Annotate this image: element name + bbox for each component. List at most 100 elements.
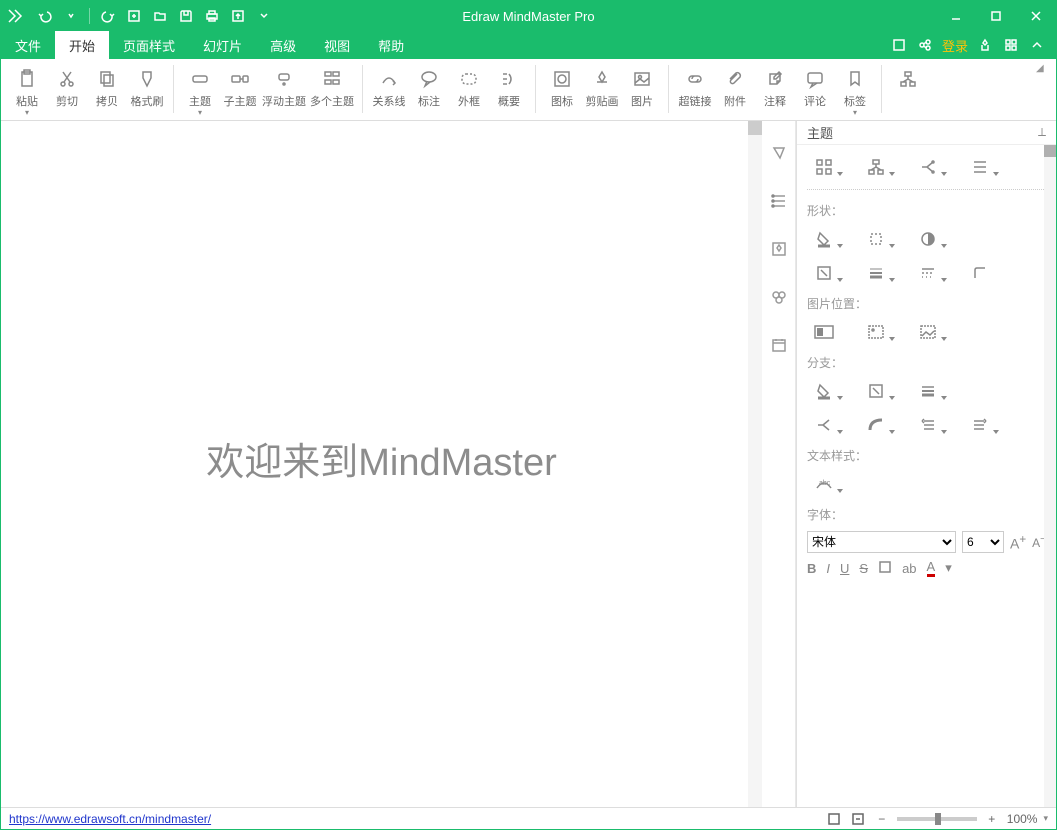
branch-style-icon[interactable] <box>859 379 893 403</box>
note-button[interactable]: 注释 <box>755 63 795 118</box>
side-toolbar <box>762 121 796 807</box>
branch-connector-icon[interactable] <box>807 413 841 437</box>
branch-weight-icon[interactable] <box>911 379 945 403</box>
redo-icon[interactable] <box>96 4 120 28</box>
tag-button[interactable]: 标签▾ <box>835 63 875 118</box>
theme-icon[interactable] <box>976 36 994 54</box>
open-icon[interactable] <box>148 4 172 28</box>
multiple-topic-button[interactable]: 多个主题 <box>308 63 356 118</box>
login-button[interactable]: 登录 <box>942 36 968 55</box>
tab-start[interactable]: 开始 <box>55 31 109 59</box>
branch-arrow-start-icon[interactable] <box>911 413 945 437</box>
save-icon[interactable] <box>174 4 198 28</box>
cut-button[interactable]: 剪切 <box>47 63 87 118</box>
close-button[interactable] <box>1016 1 1056 31</box>
side-outline-icon[interactable] <box>767 189 791 213</box>
maximize-button[interactable] <box>976 1 1016 31</box>
floating-topic-button[interactable]: 浮动主题 <box>260 63 308 118</box>
side-task-icon[interactable] <box>767 333 791 357</box>
share-icon[interactable] <box>916 36 934 54</box>
qat-more-icon[interactable] <box>252 4 276 28</box>
shape-style-icon[interactable] <box>859 227 893 251</box>
hyperlink-button[interactable]: 超链接 <box>675 63 715 118</box>
italic-button[interactable]: I <box>826 561 830 576</box>
layout-branch-icon[interactable] <box>911 155 945 179</box>
tab-view[interactable]: 视图 <box>310 31 364 59</box>
font-size-select[interactable]: 6 <box>962 531 1004 553</box>
section-shape: 形状： <box>807 202 1046 219</box>
highlight-icon[interactable] <box>878 560 892 577</box>
img-pos-center-icon[interactable] <box>859 320 893 344</box>
bold-button[interactable]: B <box>807 561 816 576</box>
underline-button[interactable]: U <box>840 561 849 576</box>
img-pos-left-icon[interactable] <box>807 320 841 344</box>
comment-button[interactable]: 评论 <box>795 63 835 118</box>
subtopic-button[interactable]: 子主题 <box>220 63 260 118</box>
tab-advanced[interactable]: 高级 <box>256 31 310 59</box>
section-branch: 分支： <box>807 354 1046 371</box>
img-pos-right-icon[interactable] <box>911 320 945 344</box>
ribbon-launcher-icon[interactable]: ◢ <box>1036 63 1050 78</box>
border-dash-icon[interactable] <box>911 261 945 285</box>
border-style-icon[interactable] <box>807 261 841 285</box>
strike-button[interactable]: S <box>859 561 868 576</box>
undo-icon[interactable] <box>33 4 57 28</box>
format-painter-button[interactable]: 格式刷 <box>127 63 167 118</box>
side-icons-icon[interactable] <box>767 237 791 261</box>
layout-tree-icon[interactable] <box>859 155 893 179</box>
section-font: 字体： <box>807 506 1046 523</box>
canvas-area[interactable]: 欢迎来到MindMaster <box>1 121 762 807</box>
new-icon[interactable] <box>122 4 146 28</box>
corner-icon[interactable] <box>963 261 997 285</box>
text-arc-icon[interactable]: abc <box>807 472 841 496</box>
text-effect-icon[interactable]: ab <box>902 561 916 576</box>
paste-button[interactable]: 粘贴▾ <box>7 63 47 118</box>
fullscreen-icon[interactable] <box>890 36 908 54</box>
side-clipart-icon[interactable] <box>767 285 791 309</box>
more-font-icon[interactable]: ▾ <box>945 560 952 576</box>
branch-curve-icon[interactable] <box>859 413 893 437</box>
undo-dropdown-icon[interactable] <box>59 4 83 28</box>
clipart-button[interactable]: 剪贴画 <box>582 63 622 118</box>
export-icon[interactable] <box>226 4 250 28</box>
minimize-button[interactable] <box>936 1 976 31</box>
collapse-ribbon-icon[interactable] <box>1028 36 1046 54</box>
image-button[interactable]: 图片 <box>622 63 662 118</box>
zoom-in-icon[interactable]: + <box>983 810 1001 828</box>
fit-page-icon[interactable] <box>825 810 843 828</box>
zoom-out-icon[interactable]: − <box>873 810 891 828</box>
panel-vscrollbar[interactable] <box>1044 145 1056 807</box>
tab-pagestyle[interactable]: 页面样式 <box>109 31 189 59</box>
attachment-button[interactable]: 附件 <box>715 63 755 118</box>
summary-button[interactable]: 概要 <box>489 63 529 118</box>
fill-color-icon[interactable] <box>807 227 841 251</box>
relation-button[interactable]: 关系线 <box>369 63 409 118</box>
branch-arrow-end-icon[interactable] <box>963 413 997 437</box>
tab-help[interactable]: 帮助 <box>364 31 418 59</box>
app-logo-icon <box>1 2 29 30</box>
canvas-vscrollbar[interactable] <box>748 121 762 807</box>
layout-button[interactable] <box>888 63 928 118</box>
status-link[interactable]: https://www.edrawsoft.cn/mindmaster/ <box>9 812 211 826</box>
copy-button[interactable]: 拷贝 <box>87 63 127 118</box>
print-icon[interactable] <box>200 4 224 28</box>
fit-width-icon[interactable] <box>849 810 867 828</box>
pin-icon[interactable]: ⟂ <box>1038 125 1046 140</box>
shadow-icon[interactable] <box>911 227 945 251</box>
branch-color-icon[interactable] <box>807 379 841 403</box>
font-color-icon[interactable]: A <box>927 559 936 577</box>
tab-slides[interactable]: 幻灯片 <box>189 31 256 59</box>
icon-button[interactable]: 图标 <box>542 63 582 118</box>
zoom-slider[interactable] <box>897 817 977 821</box>
callout-button[interactable]: 标注 <box>409 63 449 118</box>
side-format-icon[interactable] <box>767 141 791 165</box>
layout-grid-icon[interactable] <box>807 155 841 179</box>
increase-font-icon[interactable]: A+ <box>1010 533 1026 552</box>
tab-file[interactable]: 文件 <box>1 31 55 59</box>
border-weight-icon[interactable] <box>859 261 893 285</box>
grid-icon[interactable] <box>1002 36 1020 54</box>
boundary-button[interactable]: 外框 <box>449 63 489 118</box>
font-name-select[interactable]: 宋体 <box>807 531 956 553</box>
topic-button[interactable]: 主题▾ <box>180 63 220 118</box>
layout-number-icon[interactable] <box>963 155 997 179</box>
